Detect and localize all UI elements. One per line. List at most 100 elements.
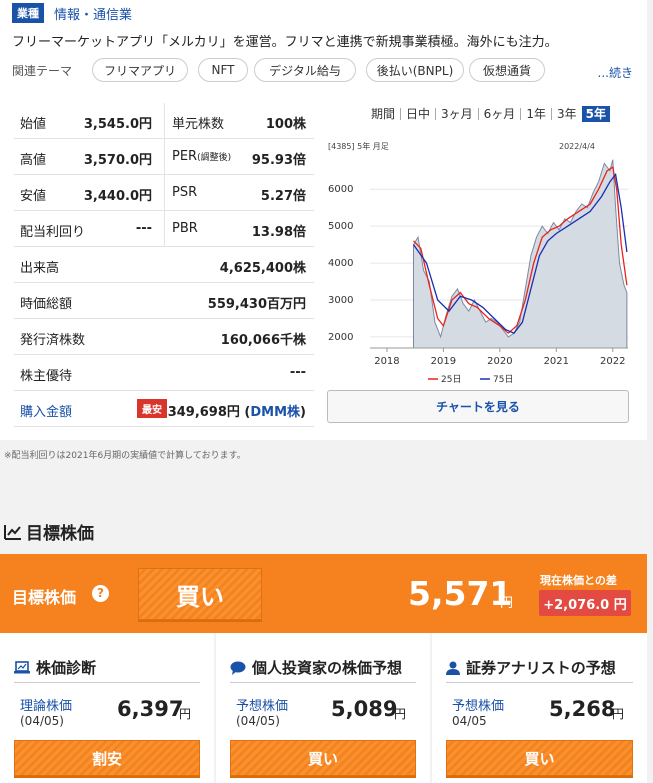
cheapest-badge: 最安 [137,399,167,418]
open-label: 始値 [20,117,47,132]
sector-row: 業種 情報・通信業 [12,3,132,23]
company-description: フリーマーケットアプリ「メルカリ」を運営。フリマと連携で新規事業積極。海外にも注… [12,35,558,50]
market-cap-value: 559,430百万円 [207,297,306,312]
analyst-price-label: 予想株価 [452,699,505,714]
theoretical-price-value: 6,397 [117,697,184,721]
forecast-price-date: (04/05) [236,714,280,728]
theme-chip[interactable]: フリマアプリ [92,58,188,82]
period-intraday[interactable]: 日中 [401,108,437,120]
table-row: 購入金額 最安 349,698円 (DMM株) [14,391,314,427]
y-tick-label: 6000 [328,184,353,195]
forecast-price-label: 予想株価 [236,699,289,714]
forecast-price-unit: 円 [394,707,407,721]
table-row: 配当利回り --- PBR 13.98倍 [14,211,314,247]
individual-forecast-column: 個人投資家の株価予想 予想株価 (04/05) 5,089 円 買い [216,633,430,783]
per-value: 95.93倍 [251,153,306,168]
x-tick-label: 2022 [600,356,625,367]
period-5y[interactable]: 5年 [581,106,610,122]
analyst-forecast-column: 証券アナリストの予想 予想株価 04/05 5,268 円 買い [432,633,647,783]
psr-label: PSR [172,185,198,200]
period-3m[interactable]: 3ヶ月 [436,108,479,120]
y-tick-label: 5000 [328,221,353,232]
shares-label: 発行済株数 [20,333,86,348]
diff-value: +2,076.0 円 [539,590,631,616]
stock-info-card: 業種 情報・通信業 フリーマーケットアプリ「メルカリ」を運営。フリマと連携で新規… [0,0,647,440]
x-tick-label: 2019 [431,356,456,367]
theoretical-price-unit: 円 [179,707,192,721]
shares-value: 160,066千株 [220,333,306,348]
legend-25: 25日 [441,374,461,385]
themes-label: 関連テーマ [12,64,73,78]
target-price-value: 5,571 [408,574,513,613]
theme-chip[interactable]: 仮想通貨 [469,58,545,82]
psr-value: 5.27倍 [260,189,306,204]
help-icon[interactable]: ? [92,585,109,602]
forecast-price-value: 5,089 [331,697,398,721]
x-tick-label: 2021 [544,356,569,367]
x-tick-label: 2020 [487,356,512,367]
period-3y[interactable]: 3年 [552,108,582,120]
period-6m[interactable]: 6ヶ月 [479,108,522,120]
chart-code-label: [4385] 5年 月足 [328,141,389,151]
benefit-label: 株主優待 [20,369,73,384]
price-chart: [4385] 5年 月足 2022/4/4 2000 3000 4000 5000 60… [328,141,628,385]
theme-chip[interactable]: 後払い(BNPL) [366,58,464,82]
chart-legend: 25日 75日 [428,374,513,385]
unit-label: 単元株数 [172,117,225,132]
y-tick-label: 2000 [328,332,353,343]
sector-badge: 業種 [12,3,44,23]
table-row: 安値 3,440.0円 PSR 5.27倍 [14,175,314,211]
theoretical-price-label: 理論株価 [20,699,73,714]
analyst-price-value: 5,268 [549,697,616,721]
theme-chip[interactable]: NFT [198,58,248,82]
buy-amount-link[interactable]: 購入金額 [20,401,72,420]
open-value: 3,545.0円 [83,117,152,132]
speech-bubble-icon [230,661,246,675]
analyst-buy-button[interactable]: 買い [446,740,633,776]
period-selector: 期間 日中 3ヶ月 6ヶ月 1年 3年 5年 [366,106,610,122]
diagnosis-title: 株価診断 [14,657,96,678]
dividend-note: ※配当利回りは2021年6月期の実績値で計算しております。 [4,451,246,461]
period-1y[interactable]: 1年 [521,108,552,120]
benefit-value: --- [289,365,306,380]
theme-chip[interactable]: デジタル給与 [254,58,356,82]
target-price-bar: 目標株価 ? 買い 5,571 円 現在株価との差 +2,076.0 円 [0,554,647,633]
low-value: 3,440.0円 [83,189,152,204]
pbr-label: PBR [172,221,198,236]
y-tick-label: 3000 [328,295,353,306]
high-label: 高値 [20,153,47,168]
target-label: 目標株価 [12,588,77,607]
pbr-value: 13.98倍 [251,225,306,240]
period-label: 期間 [366,108,402,120]
diagnosis-column: 株価診断 理論株価 (04/05) 6,397 円 割安 [0,633,214,783]
table-row: 高値 3,570.0円 PER(調整後) 95.93倍 [14,139,314,175]
individual-buy-button[interactable]: 買い [230,740,416,776]
view-chart-button[interactable]: チャートを見る [327,390,629,423]
individual-forecast-title: 個人投資家の株価予想 [230,657,402,678]
broker-link[interactable]: DMM株 [250,405,300,420]
diff-label: 現在株価との差 [540,574,617,587]
low-label: 安値 [20,189,47,204]
stock-stats-table: 始値 3,545.0円 単元株数 100株 高値 3,570.0円 PER(調整… [14,103,314,427]
x-tick-label: 2018 [374,356,399,367]
themes-more-link[interactable]: ...続き [598,64,633,81]
table-row: 時価総額 559,430百万円 [14,283,314,319]
sector-link[interactable]: 情報・通信業 [54,4,132,23]
table-row: 出来高 4,625,400株 [14,247,314,283]
y-tick-label: 4000 [328,258,353,269]
chart-line-icon [4,524,21,540]
chart-date-label: 2022/4/4 [559,142,595,151]
analyst-price-date: 04/05 [452,714,487,728]
theoretical-price-date: (04/05) [20,714,64,728]
market-cap-label: 時価総額 [20,297,73,312]
volume-label: 出来高 [20,261,60,276]
target-price-unit: 円 [500,596,514,611]
analyst-forecast-title: 証券アナリストの予想 [446,657,616,678]
table-row: 発行済株数 160,066千株 [14,319,314,355]
undervalued-button[interactable]: 割安 [14,740,200,776]
unit-value: 100株 [265,117,306,132]
rating-button[interactable]: 買い [138,568,262,620]
person-icon [446,661,460,675]
volume-value: 4,625,400株 [219,261,306,276]
analyst-price-unit: 円 [612,707,625,721]
